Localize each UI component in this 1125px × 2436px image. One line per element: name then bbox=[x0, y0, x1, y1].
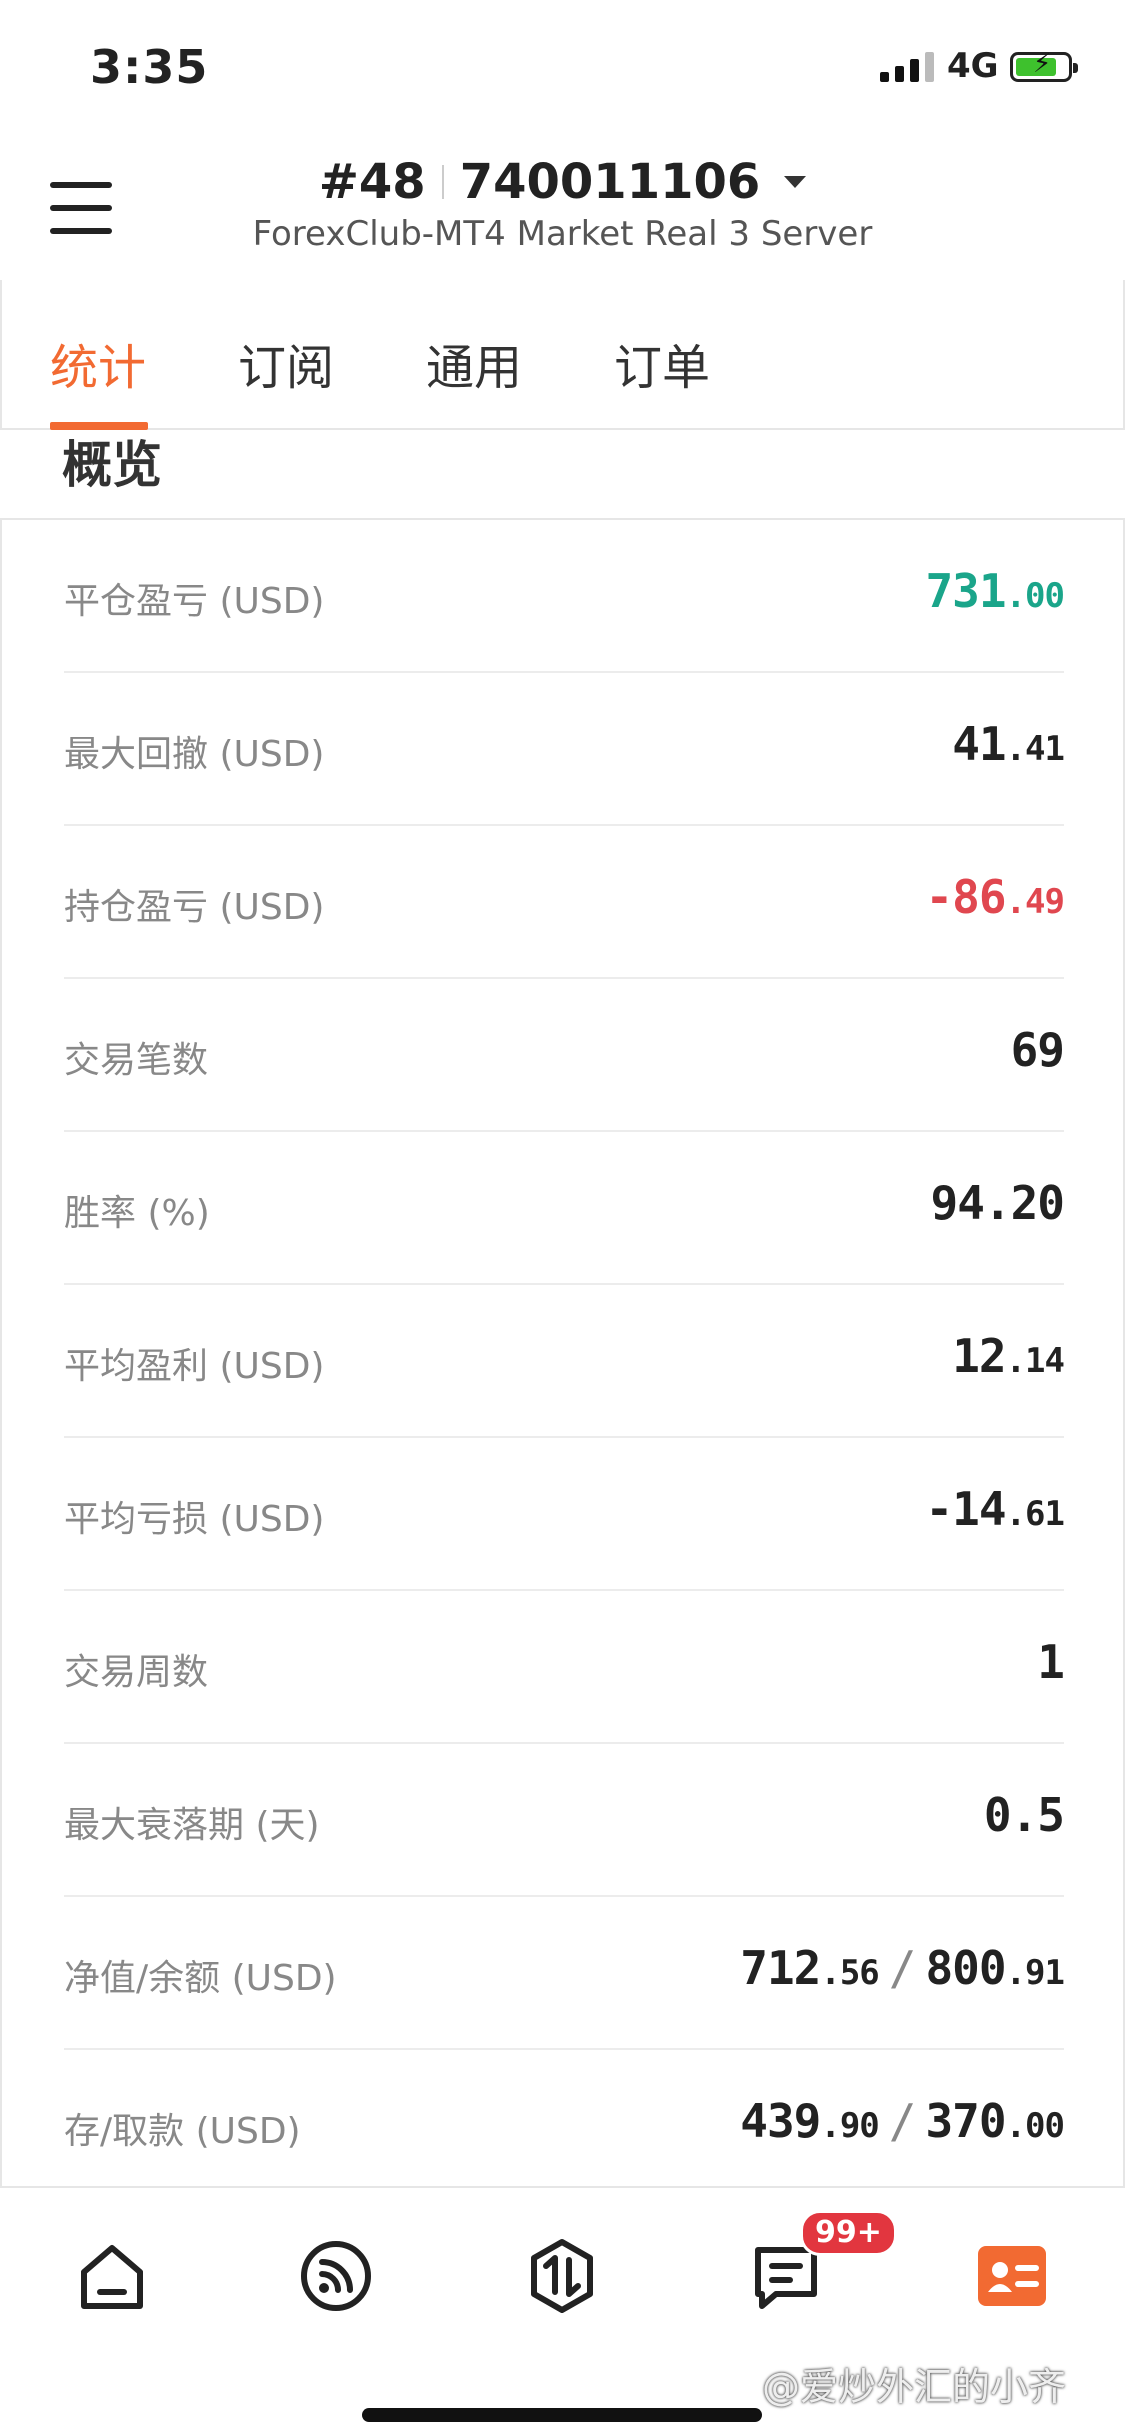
stat-value: 1 bbox=[1037, 1635, 1065, 1689]
value-dec: .90 bbox=[820, 2106, 879, 2146]
section-title: 概览 bbox=[62, 436, 162, 494]
value-int: 731 bbox=[925, 564, 1006, 618]
value-dec: .41 bbox=[1005, 729, 1065, 769]
value-dec: .49 bbox=[1005, 882, 1065, 922]
stat-label: 交易笔数 bbox=[64, 1040, 209, 1081]
stat-row-max-drawdown: 最大回撤 (USD) 41.41 bbox=[64, 673, 1065, 826]
stat-row-open-pnl: 持仓盈亏 (USD) -86.49 bbox=[64, 826, 1065, 979]
stat-label: 持仓盈亏 (USD) bbox=[64, 887, 325, 928]
stat-label: 胜率 (%) bbox=[64, 1193, 210, 1234]
value-int: -14 bbox=[925, 1482, 1006, 1536]
value-separator: / bbox=[888, 2094, 917, 2148]
value-int: 800 bbox=[925, 1941, 1006, 1995]
value-dec: .56 bbox=[820, 1953, 879, 1993]
stat-label: 平均盈利 (USD) bbox=[64, 1346, 325, 1387]
app-screen: 3:35 4G ⚡ #48 740011106 ForexClub-MT4 Ma… bbox=[0, 0, 1125, 2436]
stat-label: 净值/余额 (USD) bbox=[64, 1958, 337, 1999]
value-int: 370 bbox=[925, 2094, 1006, 2148]
watermark: @爱炒外汇的小齐 bbox=[762, 2365, 1067, 2409]
stat-label: 存/取款 (USD) bbox=[64, 2111, 301, 2152]
value-int: 69 bbox=[1010, 1023, 1065, 1077]
status-bar: 3:35 4G ⚡ bbox=[0, 0, 1125, 140]
home-indicator[interactable] bbox=[362, 2408, 762, 2422]
value-int: 94.20 bbox=[930, 1176, 1065, 1230]
stat-value: 0.5 bbox=[983, 1788, 1065, 1842]
network-type: 4G bbox=[947, 46, 999, 86]
tab-bar: 统计 订阅 通用 订单 bbox=[0, 280, 1125, 430]
divider bbox=[441, 165, 444, 199]
stat-value: -14.61 bbox=[925, 1482, 1065, 1536]
value-int: 712 bbox=[740, 1941, 821, 1995]
stat-value: 69 bbox=[1010, 1023, 1065, 1077]
stat-value: -86.49 bbox=[925, 870, 1065, 924]
stat-row-max-drawdown-period: 最大衰落期 (天) 0.5 bbox=[64, 1744, 1065, 1897]
trade-icon[interactable] bbox=[522, 2236, 602, 2316]
stat-row-equity-balance: 净值/余额 (USD) 712.56/800.91 bbox=[64, 1897, 1065, 2050]
stat-value: 731.00 bbox=[925, 564, 1065, 618]
value-int: 439 bbox=[740, 2094, 821, 2148]
stat-row-avg-profit: 平均盈利 (USD) 12.14 bbox=[64, 1285, 1065, 1438]
value-dec: .61 bbox=[1005, 1494, 1065, 1534]
stat-row-win-rate: 胜率 (%) 94.20 bbox=[64, 1132, 1065, 1285]
value-dec: .14 bbox=[1005, 1341, 1065, 1381]
value-dec: .00 bbox=[1005, 576, 1065, 616]
value-int: 12 bbox=[952, 1329, 1006, 1383]
signal-bars-icon bbox=[880, 50, 934, 82]
tab-orders[interactable]: 订单 bbox=[614, 328, 710, 398]
stat-row-trade-count: 交易笔数 69 bbox=[64, 979, 1065, 1132]
status-time: 3:35 bbox=[90, 40, 209, 94]
value-dec: .91 bbox=[1005, 1953, 1065, 1993]
caret-down-icon[interactable] bbox=[784, 176, 807, 188]
bottom-nav: 99+ @爱炒外汇的小齐 bbox=[0, 2186, 1125, 2436]
profile-card-icon[interactable] bbox=[972, 2236, 1052, 2316]
home-icon[interactable] bbox=[72, 2236, 152, 2316]
stat-label: 最大衰落期 (天) bbox=[64, 1805, 320, 1846]
stat-value: 439.90/370.00 bbox=[740, 2094, 1065, 2148]
battery-charging-icon: ⚡ bbox=[1010, 49, 1078, 82]
stat-value: 41.41 bbox=[952, 717, 1065, 771]
tab-subscribe[interactable]: 订阅 bbox=[238, 328, 334, 398]
stat-label: 最大回撤 (USD) bbox=[64, 734, 325, 775]
stat-value: 94.20 bbox=[930, 1176, 1065, 1230]
stat-value: 12.14 bbox=[952, 1329, 1065, 1383]
server-name: ForexClub-MT4 Market Real 3 Server bbox=[252, 214, 873, 254]
stat-row-deposit-withdrawal: 存/取款 (USD) 439.90/370.00 bbox=[64, 2050, 1065, 2203]
stat-label: 平仓盈亏 (USD) bbox=[64, 581, 325, 622]
account-rank: #48 bbox=[318, 154, 426, 210]
stat-row-avg-loss: 平均亏损 (USD) -14.61 bbox=[64, 1438, 1065, 1591]
account-selector[interactable]: #48 740011106 ForexClub-MT4 Market Real … bbox=[0, 154, 1125, 254]
value-int: -86 bbox=[925, 870, 1006, 924]
account-number: 740011106 bbox=[459, 154, 761, 210]
unread-badge: 99+ bbox=[800, 2210, 897, 2256]
tab-statistics[interactable]: 统计 bbox=[50, 328, 146, 398]
feed-icon[interactable] bbox=[296, 2236, 376, 2316]
value-int: 0.5 bbox=[983, 1788, 1065, 1842]
value-int: 1 bbox=[1037, 1635, 1065, 1689]
stats-list: 平仓盈亏 (USD) 731.00 最大回撤 (USD) 41.41 持仓盈亏 … bbox=[0, 520, 1125, 2190]
value-separator: / bbox=[888, 1941, 917, 1995]
stat-label: 交易周数 bbox=[64, 1652, 209, 1693]
value-dec: .00 bbox=[1005, 2106, 1065, 2146]
stat-row-closed-pnl: 平仓盈亏 (USD) 731.00 bbox=[64, 520, 1065, 673]
stat-row-trading-weeks: 交易周数 1 bbox=[64, 1591, 1065, 1744]
value-int: 41 bbox=[952, 717, 1006, 771]
stat-value: 712.56/800.91 bbox=[740, 1941, 1065, 1995]
stat-label: 平均亏损 (USD) bbox=[64, 1499, 325, 1540]
tab-general[interactable]: 通用 bbox=[426, 328, 522, 398]
app-header: #48 740011106 ForexClub-MT4 Market Real … bbox=[0, 140, 1125, 280]
